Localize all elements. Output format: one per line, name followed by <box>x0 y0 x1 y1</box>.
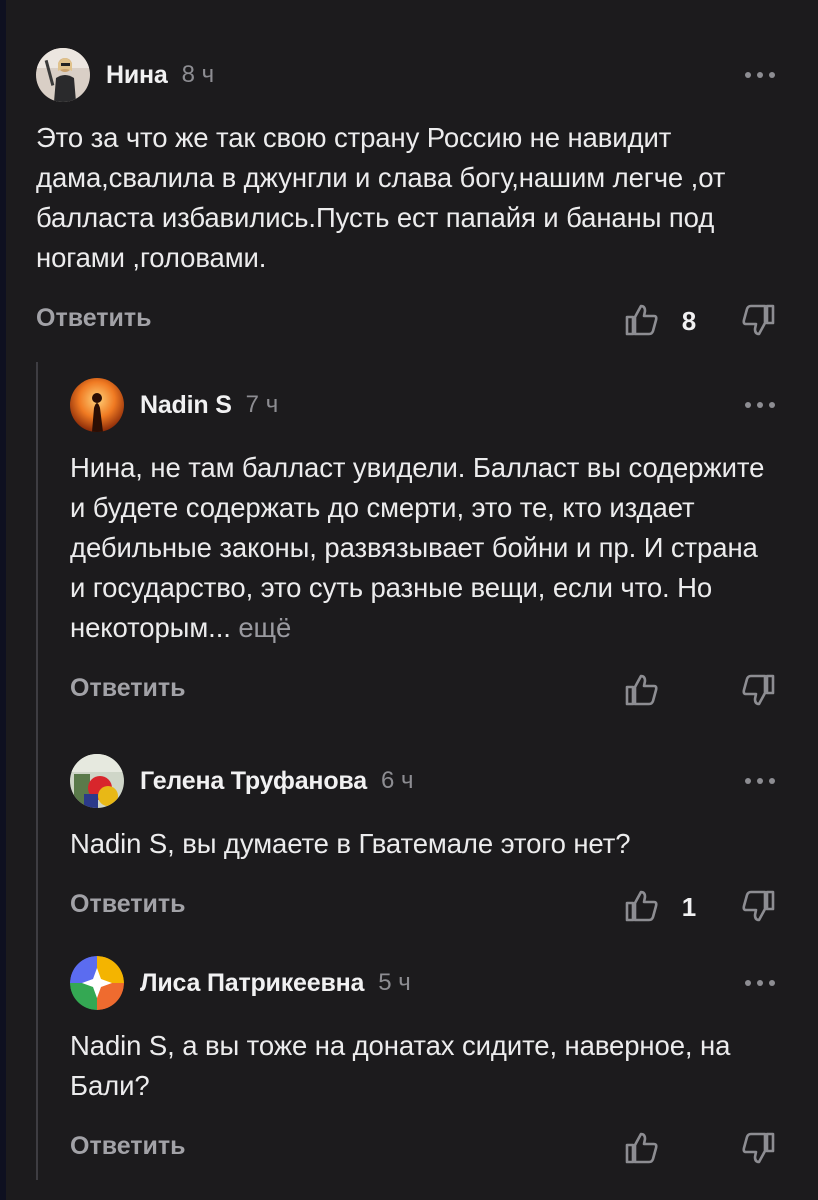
comment-text: Нина, не там балласт увидели. Балласт вы… <box>70 448 778 648</box>
timestamp: 7 ч <box>245 391 279 418</box>
user-photo-avatar-icon <box>36 48 90 102</box>
reply-button[interactable]: Ответить <box>70 674 186 703</box>
comment-reply: Nadin S 7 ч Нина, не там балласт увидели… <box>70 374 778 714</box>
reply-button[interactable]: Ответить <box>70 1132 186 1161</box>
thumbs-down-icon <box>742 1132 775 1164</box>
thumbs-up-icon <box>625 304 658 336</box>
like-button[interactable] <box>622 670 662 710</box>
like-count: 1 <box>681 892 697 922</box>
more-options-icon[interactable] <box>742 768 778 794</box>
comment-text: Nadin S, а вы тоже на донатах сидите, на… <box>70 1026 778 1106</box>
expand-link[interactable]: ещё <box>238 612 291 643</box>
avatar[interactable] <box>70 754 124 808</box>
comment-actions: Ответить <box>70 670 778 714</box>
comment-text: Это за что же так свою страну Россию не … <box>36 118 778 278</box>
like-button[interactable] <box>622 1128 662 1168</box>
dislike-button[interactable] <box>738 300 778 340</box>
thumbs-down-icon <box>742 304 775 336</box>
comment-actions: Ответить 8 <box>36 300 778 344</box>
avatar[interactable] <box>70 378 124 432</box>
comment-reply: Лиса Патрикеевна 5 ч Nadin S, а вы тоже … <box>70 952 778 1172</box>
comment-header: Нина 8 ч <box>36 44 778 106</box>
user-photo-avatar-icon <box>70 378 124 432</box>
comment-root: Нина 8 ч Это за что же так свою страну Р… <box>36 44 778 344</box>
dislike-button[interactable] <box>738 886 778 926</box>
comment-reply: Гелена Труфанова 6 ч Nadin S, вы думаете… <box>70 750 778 930</box>
author-name[interactable]: Nadin S <box>140 391 232 420</box>
dislike-button[interactable] <box>738 670 778 710</box>
reply-button[interactable]: Ответить <box>70 890 186 919</box>
reply-button[interactable]: Ответить <box>36 304 152 333</box>
like-button[interactable] <box>622 886 662 926</box>
timestamp: 6 ч <box>380 767 414 794</box>
comment-text: Nadin S, вы думаете в Гватемале этого не… <box>70 824 778 864</box>
thumbs-down-icon <box>742 674 775 706</box>
more-options-icon[interactable] <box>742 970 778 996</box>
author-name[interactable]: Нина <box>106 61 168 90</box>
comments-page: Нина 8 ч Это за что же так свою страну Р… <box>0 0 818 1200</box>
thumbs-up-icon <box>625 890 658 922</box>
comment-header: Nadin S 7 ч <box>70 374 778 436</box>
window-edge <box>0 0 6 1200</box>
author-name[interactable]: Лиса Патрикеевна <box>140 969 364 998</box>
avatar[interactable] <box>36 48 90 102</box>
comment-header: Гелена Труфанова 6 ч <box>70 750 778 812</box>
comment-body: Это за что же так свою страну Россию не … <box>36 122 726 273</box>
like-count: 8 <box>681 306 697 336</box>
timestamp: 5 ч <box>378 969 411 996</box>
comment-actions: Ответить <box>70 1128 778 1172</box>
thumbs-up-icon <box>625 674 658 706</box>
comment-body: Нина, не там балласт увидели. Балласт вы… <box>70 452 765 643</box>
default-star-avatar-icon <box>70 956 124 1010</box>
dislike-button[interactable] <box>738 1128 778 1168</box>
more-options-icon[interactable] <box>742 62 778 88</box>
user-photo-avatar-icon <box>70 754 124 808</box>
comment-header: Лиса Патрикеевна 5 ч <box>70 952 778 1014</box>
author-name[interactable]: Гелена Труфанова <box>140 767 367 796</box>
comment-body: Nadin S, вы думаете в Гватемале этого не… <box>70 828 631 859</box>
timestamp: 8 ч <box>181 61 215 88</box>
like-button[interactable] <box>622 300 662 340</box>
comment-actions: Ответить 1 <box>70 886 778 930</box>
thumbs-up-icon <box>625 1132 658 1164</box>
thumbs-down-icon <box>742 890 775 922</box>
avatar[interactable] <box>70 956 124 1010</box>
thread-line <box>36 362 38 1180</box>
comment-body: Nadin S, а вы тоже на донатах сидите, на… <box>70 1030 731 1101</box>
more-options-icon[interactable] <box>742 392 778 418</box>
